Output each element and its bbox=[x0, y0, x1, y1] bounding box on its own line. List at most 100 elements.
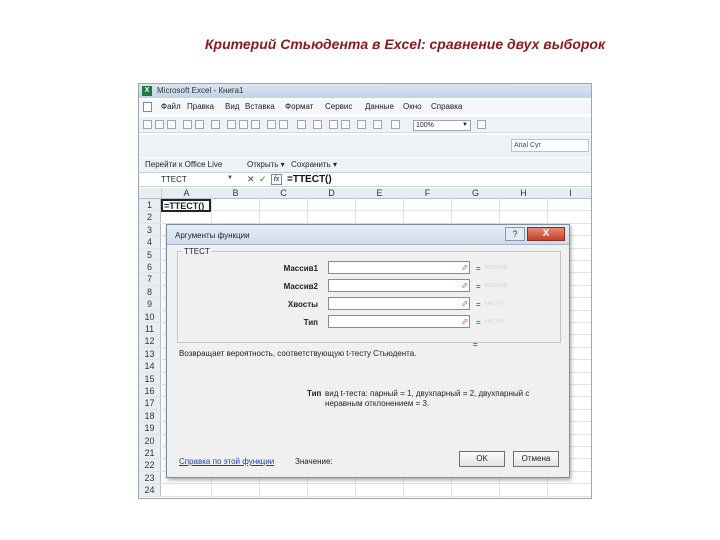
arg-label-tails: Хвосты bbox=[287, 300, 318, 309]
enter-formula-icon[interactable]: ✓ bbox=[259, 174, 267, 185]
zoom-icon[interactable] bbox=[391, 120, 400, 129]
column-header-f[interactable]: F bbox=[403, 188, 451, 199]
menu-data[interactable]: Данные bbox=[365, 102, 394, 111]
row-header[interactable]: 20 bbox=[139, 434, 161, 446]
slide: Критерий Стьюдента в Excel: сравнение дв… bbox=[0, 0, 720, 540]
row-header[interactable]: 17 bbox=[139, 397, 161, 409]
row-header[interactable]: 11 bbox=[139, 323, 161, 335]
collapse-dialog-icon[interactable]: ⬀ bbox=[460, 316, 470, 327]
open-menu[interactable]: Открыть ▾ bbox=[247, 160, 285, 169]
arg-description-label: Тип bbox=[307, 389, 322, 398]
menu-insert[interactable]: Вставка bbox=[245, 102, 275, 111]
sort-desc-icon[interactable] bbox=[341, 120, 350, 129]
ok-button[interactable]: OK bbox=[459, 451, 505, 467]
column-header-h[interactable]: H bbox=[499, 188, 547, 199]
row-header[interactable]: 19 bbox=[139, 422, 161, 434]
menu-help[interactable]: Справка bbox=[431, 102, 462, 111]
insert-function-icon[interactable]: fx bbox=[271, 174, 282, 185]
cut-icon[interactable] bbox=[227, 120, 236, 129]
select-all-corner[interactable] bbox=[139, 188, 161, 199]
help-link[interactable]: Справка по этой функции bbox=[179, 457, 274, 466]
row-header[interactable]: 7 bbox=[139, 273, 161, 285]
hyperlink-icon[interactable] bbox=[297, 120, 306, 129]
chevron-down-icon[interactable]: ▼ bbox=[227, 175, 233, 181]
row-header[interactable]: 6 bbox=[139, 261, 161, 273]
row-header[interactable]: 8 bbox=[139, 285, 161, 298]
name-box[interactable]: TTECT bbox=[161, 175, 187, 184]
sort-asc-icon[interactable] bbox=[329, 120, 338, 129]
help-icon[interactable] bbox=[477, 120, 486, 129]
menu-format[interactable]: Формат bbox=[285, 102, 313, 111]
column-header-c[interactable]: C bbox=[259, 188, 307, 199]
row-header[interactable]: 22 bbox=[139, 459, 161, 471]
preview-icon[interactable] bbox=[195, 120, 204, 129]
menu-view[interactable]: Вид bbox=[225, 102, 239, 111]
cell-a1[interactable]: =TTECT() bbox=[161, 199, 211, 212]
print-icon[interactable] bbox=[183, 120, 192, 129]
column-header-d[interactable]: D bbox=[307, 188, 355, 199]
collapse-dialog-icon[interactable]: ⬀ bbox=[460, 262, 470, 273]
tails-input[interactable] bbox=[328, 297, 470, 310]
row-header[interactable]: 23 bbox=[139, 471, 161, 484]
row-header[interactable]: 12 bbox=[139, 335, 161, 347]
dialog-close-button[interactable]: X bbox=[527, 227, 565, 241]
save-menu[interactable]: Сохранить ▾ bbox=[291, 160, 337, 169]
row-header[interactable]: 10 bbox=[139, 310, 161, 322]
spellcheck-icon[interactable] bbox=[211, 120, 220, 129]
arg-type-hint: число bbox=[484, 318, 504, 325]
window-title: Microsoft Excel - Книга1 bbox=[157, 86, 244, 95]
menu-window[interactable]: Окно bbox=[403, 102, 422, 111]
zoom-select[interactable]: 100% ▼ bbox=[413, 120, 471, 131]
formula-bar: TTECT ▼ ✕ ✓ fx =TTECT() bbox=[139, 172, 591, 187]
column-header-a[interactable]: A bbox=[161, 188, 211, 199]
office-live-link[interactable]: Перейти к Office Live bbox=[145, 160, 222, 169]
type-input[interactable] bbox=[328, 315, 470, 328]
drawing-icon[interactable] bbox=[373, 120, 382, 129]
autosum-icon[interactable] bbox=[313, 120, 322, 129]
function-name: TTECT bbox=[182, 247, 212, 256]
row-header[interactable]: 24 bbox=[139, 484, 161, 496]
row-header[interactable]: 18 bbox=[139, 409, 161, 422]
copy-icon[interactable] bbox=[239, 120, 248, 129]
chart-icon[interactable] bbox=[357, 120, 366, 129]
array1-input[interactable] bbox=[328, 261, 470, 274]
row-header[interactable]: 9 bbox=[139, 298, 161, 310]
row-header[interactable]: 21 bbox=[139, 447, 161, 459]
collapse-dialog-icon[interactable]: ⬀ bbox=[460, 298, 470, 309]
open-icon[interactable] bbox=[155, 120, 164, 129]
column-header-i[interactable]: I bbox=[547, 188, 591, 199]
new-icon[interactable] bbox=[143, 120, 152, 129]
row-header[interactable]: 1 bbox=[139, 199, 161, 211]
row-header[interactable]: 13 bbox=[139, 347, 161, 360]
menu-file[interactable]: Файл bbox=[161, 102, 181, 111]
collapse-dialog-icon[interactable]: ⬀ bbox=[460, 280, 470, 291]
menu-edit[interactable]: Правка bbox=[187, 102, 214, 111]
formula-input[interactable]: =TTECT() bbox=[287, 174, 332, 185]
dialog-help-button[interactable]: ? bbox=[505, 227, 525, 241]
column-header-e[interactable]: E bbox=[355, 188, 403, 199]
column-header-g[interactable]: G bbox=[451, 188, 499, 199]
row-header[interactable]: 2 bbox=[139, 211, 161, 223]
font-select[interactable]: Arial Cyr bbox=[511, 139, 589, 152]
save-icon[interactable] bbox=[167, 120, 176, 129]
row-header[interactable]: 14 bbox=[139, 360, 161, 372]
column-header-b[interactable]: B bbox=[211, 188, 259, 199]
row-header[interactable]: 16 bbox=[139, 385, 161, 397]
window-titlebar: X Microsoft Excel - Книга1 bbox=[139, 84, 591, 98]
paste-icon[interactable] bbox=[251, 120, 260, 129]
office-live-toolbar: Перейти к Office Live Открыть ▾ Сохранит… bbox=[139, 158, 591, 172]
table-row: 2 bbox=[139, 211, 591, 224]
function-arguments-dialog: Аргументы функции ? X TTECT Массив1 ⬀ = … bbox=[166, 224, 570, 478]
row-header[interactable]: 4 bbox=[139, 236, 161, 248]
row-header[interactable]: 5 bbox=[139, 248, 161, 260]
redo-icon[interactable] bbox=[279, 120, 288, 129]
excel-logo-icon: X bbox=[142, 86, 152, 96]
array2-input[interactable] bbox=[328, 279, 470, 292]
row-header[interactable]: 3 bbox=[139, 223, 161, 236]
cancel-formula-icon[interactable]: ✕ bbox=[247, 174, 255, 185]
cancel-button[interactable]: Отмена bbox=[513, 451, 559, 467]
zoom-value: 100% bbox=[416, 122, 434, 129]
menu-tools[interactable]: Сервис bbox=[325, 102, 352, 111]
row-header[interactable]: 15 bbox=[139, 372, 161, 384]
undo-icon[interactable] bbox=[267, 120, 276, 129]
